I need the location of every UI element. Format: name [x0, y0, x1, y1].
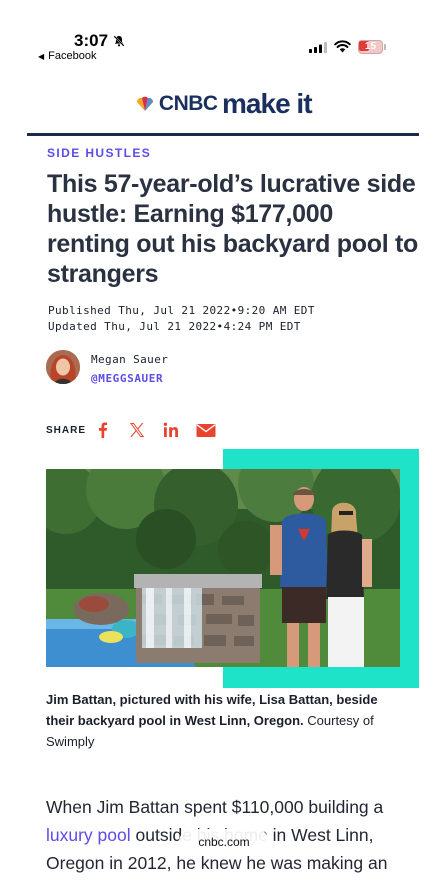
photo-caption: Jim Battan, pictured with his wife, Lisa…	[46, 689, 406, 752]
category-link[interactable]: SIDE HUSTLES	[47, 146, 151, 160]
x-icon[interactable]	[127, 420, 147, 440]
author-handle-link[interactable]: @MEGGSAUER	[91, 372, 163, 385]
battery-level: 15	[364, 41, 377, 52]
cnbc-make-it-logo[interactable]: CNBC make it	[0, 88, 446, 124]
back-to-app-link[interactable]: ◀ Facebook	[38, 50, 96, 62]
peacock-logo-icon	[137, 96, 154, 111]
cellular-signal-icon	[309, 42, 327, 53]
logo-product-text: make it	[222, 88, 312, 119]
author-avatar[interactable]	[46, 350, 80, 384]
published-date: Published Thu, Jul 21 2022•9:20 AM EDT	[48, 304, 315, 317]
back-app-label: Facebook	[48, 50, 97, 62]
email-icon[interactable]	[195, 420, 217, 440]
luxury-pool-link[interactable]: luxury pool	[46, 825, 131, 845]
article-photo[interactable]	[46, 469, 400, 667]
header-divider	[27, 133, 419, 136]
article-headline: This 57-year-old’s lucrative side hustle…	[47, 170, 418, 288]
wifi-icon	[334, 40, 351, 53]
back-arrow-icon: ◀	[38, 51, 45, 61]
body-text-start: When Jim Battan spent $110,000 building …	[46, 797, 384, 817]
bell-muted-icon	[113, 35, 125, 47]
updated-date: Updated Thu, Jul 21 2022•4:24 PM EDT	[48, 320, 301, 333]
linkedin-icon[interactable]	[161, 420, 181, 440]
status-time: 3:07	[74, 31, 109, 50]
share-label: SHARE	[46, 425, 87, 436]
browser-url-pill[interactable]: cnbc.com	[179, 829, 269, 855]
logo-brand-text: CNBC	[158, 92, 218, 115]
author-name: Megan Sauer	[91, 353, 169, 366]
battery-icon: 15	[358, 40, 386, 54]
facebook-icon[interactable]	[93, 420, 113, 440]
